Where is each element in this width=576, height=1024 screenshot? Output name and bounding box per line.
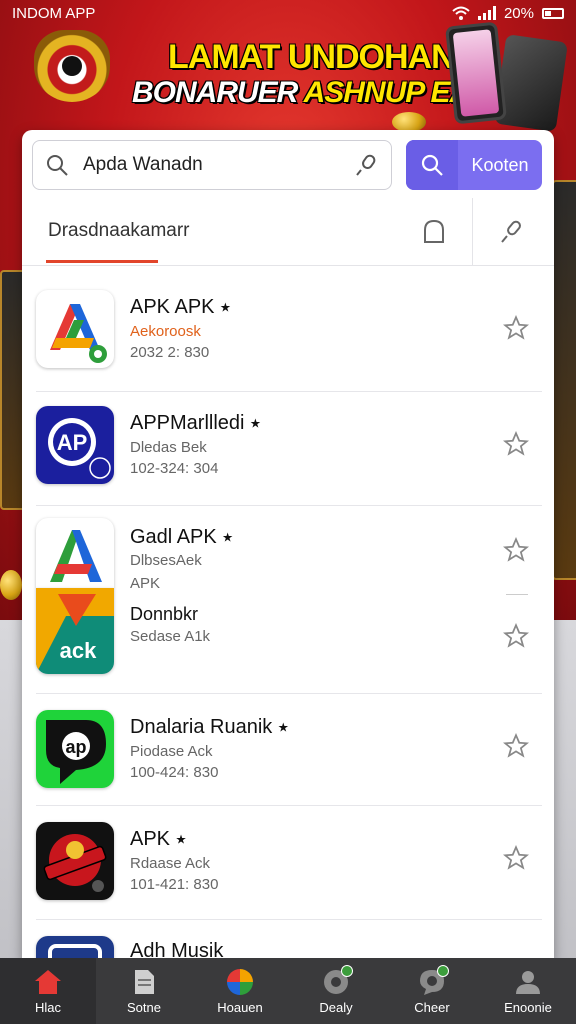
list-item[interactable]: Adh Musik (36, 920, 542, 960)
app-list-card: Apda Wanadn Kooten Drasdnaakamarr APK AP… (22, 130, 554, 960)
search-icon (421, 154, 443, 176)
gold-coin-decoration (0, 570, 22, 600)
list-item[interactable]: APK APK ⭑ Aekoroosk 2032 2: 830 (36, 280, 542, 392)
bell-icon (424, 219, 444, 243)
nav-label: Hoauen (217, 999, 263, 1015)
nav-label: Enoonie (504, 999, 552, 1015)
tab-active[interactable]: Drasdnaakamarr (48, 220, 190, 242)
app-icon (36, 518, 114, 588)
nav-label: Sotne (127, 999, 161, 1015)
nav-label: Hlac (34, 999, 61, 1015)
pen-icon (501, 220, 521, 243)
app-name: APK ⭑ (130, 828, 187, 850)
notification-badge (341, 964, 353, 977)
app-icon: AP (36, 406, 114, 484)
list-item[interactable]: AP APPMarllledi ⭑ Dledas Bek 102-324: 30… (36, 392, 542, 506)
microphone-icon[interactable] (355, 153, 379, 177)
nav-documents[interactable]: Sotne (96, 958, 192, 1024)
app-subtitle: Sedase A1k (130, 628, 211, 645)
star-icon (503, 315, 529, 340)
app-subtitle: Dledas Bek (130, 439, 207, 456)
nav-profile[interactable]: Enoonie (480, 958, 576, 1024)
app-icon (36, 936, 114, 960)
star-icon (503, 623, 529, 648)
divider (506, 594, 528, 595)
battery-label: 20% (503, 4, 534, 22)
nav-home[interactable]: Hlac (0, 958, 96, 1024)
battery-icon (542, 7, 564, 19)
app-subtitle: Piodase Ack (130, 743, 213, 760)
phone-image (445, 21, 507, 125)
search-input[interactable]: Apda Wanadn (32, 140, 392, 190)
app-name: Donnbkr (130, 604, 199, 624)
svg-text:ap: ap (65, 737, 86, 757)
star-icon (503, 431, 529, 456)
favorite-button[interactable] (502, 622, 530, 650)
app-name: Adh Musik (130, 940, 224, 960)
svg-text:AP: AP (57, 430, 88, 455)
favorite-button[interactable] (502, 536, 530, 564)
app-icon: ap (36, 710, 114, 788)
edit-button[interactable] (496, 216, 528, 248)
svg-text:ack: ack (60, 638, 97, 663)
favorite-button[interactable] (502, 844, 530, 872)
document-icon (135, 969, 154, 994)
notification-button[interactable] (418, 216, 450, 248)
status-bar: INDOM APP 20% (0, 0, 576, 26)
search-button-label: Kooten (471, 154, 529, 175)
favorite-button[interactable] (502, 314, 530, 342)
profile-icon (516, 970, 540, 994)
notification-badge (437, 964, 449, 977)
banner-subtitle: BONARUER ASHNUP EAWS (132, 76, 516, 109)
app-icon (36, 290, 114, 368)
nav-chat[interactable]: Cheer (384, 958, 480, 1024)
star-icon (503, 845, 529, 870)
banner-title: LAMAT UNDOHAN (168, 38, 456, 76)
app-subtitle: Aekoroosk (130, 323, 201, 340)
app-meta: 100-424: 830 (130, 764, 219, 781)
color-wheel-icon (227, 968, 253, 995)
nav-label: Dealy (319, 999, 353, 1015)
search-row: Apda Wanadn Kooten (32, 140, 544, 190)
signal-icon (477, 6, 496, 20)
app-meta: 101-421: 830 (130, 876, 219, 893)
tab-bar: Drasdnaakamarr (22, 198, 554, 266)
app-icon (36, 822, 114, 900)
nav-discover[interactable]: Hoauen (192, 958, 288, 1024)
search-query: Apda Wanadn (83, 154, 203, 175)
wifi-icon (452, 6, 470, 20)
app-subtitle: Rdaase Ack (130, 855, 211, 872)
side-decoration-right (552, 180, 576, 580)
favorite-button[interactable] (502, 732, 530, 760)
nav-daily[interactable]: Dealy (288, 958, 384, 1024)
star-icon (503, 537, 529, 562)
tab-underline (46, 260, 158, 263)
carrier-label: INDOM APP (12, 4, 96, 22)
app-meta: 102-324: 304 (130, 460, 219, 477)
search-icon (47, 155, 68, 176)
app-meta: APK (130, 575, 161, 592)
gold-coin-decoration (392, 112, 426, 132)
favorite-button[interactable] (502, 430, 530, 458)
app-name: APPMarllledi ⭑ (130, 412, 261, 434)
star-icon (503, 733, 529, 758)
app-meta: 2032 2: 830 (130, 344, 210, 361)
list-item[interactable]: ap Dnalaria Ruanik ⭑ Piodase Ack 100-424… (36, 694, 542, 806)
emblem-logo (34, 30, 110, 102)
divider (472, 198, 473, 266)
nav-label: Cheer (414, 999, 450, 1015)
list-item[interactable]: APK ⭑ Rdaase Ack 101-421: 830 (36, 806, 542, 920)
home-icon (35, 969, 61, 994)
search-button[interactable]: Kooten (406, 140, 542, 190)
app-icon: ack (36, 588, 114, 674)
app-name: APK APK ⭑ (130, 296, 231, 318)
bottom-navigation: Hlac Sotne Hoauen Dealy Cheer Enoonie (0, 958, 576, 1024)
app-name: Gadl APK ⭑ (130, 526, 234, 548)
app-subtitle: DlbsesAek (130, 552, 202, 569)
list-item[interactable]: ack Gadl APK ⭑ DlbsesAek APK Donnbkr Sed… (36, 506, 542, 694)
app-name: Dnalaria Ruanik ⭑ (130, 716, 289, 738)
phone-image (494, 34, 568, 132)
